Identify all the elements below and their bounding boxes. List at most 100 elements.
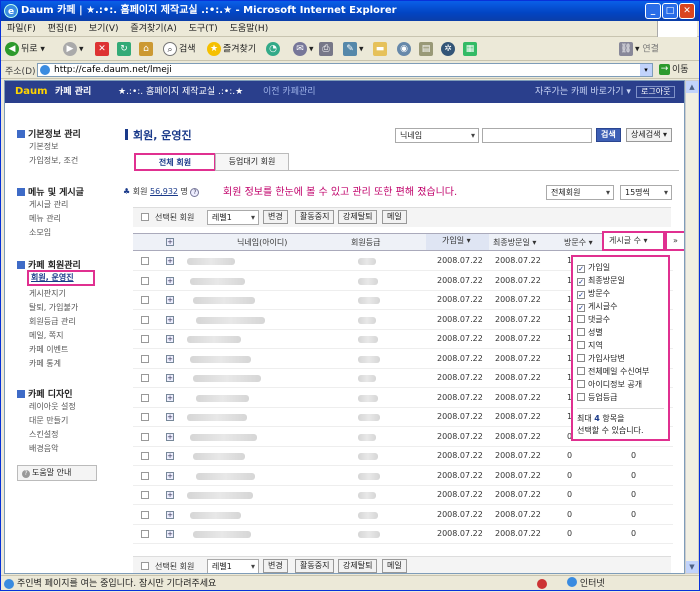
- help-icon[interactable]: ?: [190, 188, 200, 197]
- nickname-redacted[interactable]: [193, 297, 255, 304]
- mail-button[interactable]: ✉ ▾: [293, 42, 314, 56]
- home-button[interactable]: ⌂: [139, 42, 155, 56]
- mail-button[interactable]: 메일: [382, 210, 407, 224]
- nickname-redacted[interactable]: [196, 317, 265, 324]
- row-checkbox[interactable]: [141, 452, 149, 460]
- prev-cafe-link[interactable]: 이전 카페관리: [263, 81, 316, 103]
- links-button[interactable]: ⛓ ▾ 연결: [619, 42, 659, 56]
- row-expand-icon[interactable]: +: [166, 296, 174, 304]
- ban-button[interactable]: 강제탈퇴: [338, 210, 378, 224]
- select-all-checkbox-bottom[interactable]: [141, 562, 149, 570]
- col-last-visit[interactable]: 최종방문일 ▾: [493, 237, 536, 248]
- column-option[interactable]: 지역: [577, 340, 603, 351]
- sidebar-item-skin[interactable]: 스킨설정: [29, 429, 58, 440]
- sidebar-item-mail[interactable]: 메일, 쪽지: [29, 330, 64, 341]
- column-option-checkbox[interactable]: ✓: [577, 265, 585, 273]
- column-option-checkbox[interactable]: [577, 354, 585, 362]
- row-expand-icon[interactable]: +: [166, 335, 174, 343]
- messenger-button[interactable]: ◉: [397, 42, 413, 56]
- row-expand-icon[interactable]: +: [166, 374, 174, 382]
- address-input[interactable]: http://cafe.daum.net/lmeji ▾: [37, 63, 653, 77]
- sidebar-item-groups[interactable]: 소모임: [29, 227, 51, 238]
- level-select[interactable]: 레벨1: [207, 210, 259, 225]
- col-visits[interactable]: 방문수 ▾: [564, 237, 593, 248]
- sidebar-item-basic-info[interactable]: 기본정보: [29, 141, 58, 152]
- sidebar-item-stats[interactable]: 카페 통계: [29, 358, 61, 369]
- vertical-scrollbar[interactable]: ▲ ▼: [685, 80, 699, 574]
- search-button[interactable]: ⌕ 검색: [163, 42, 196, 56]
- research-button[interactable]: ▤: [419, 42, 435, 56]
- menu-view[interactable]: 보기(V): [89, 24, 119, 34]
- menu-file[interactable]: 파일(F): [7, 24, 36, 34]
- column-option[interactable]: ✓ 방문수: [577, 288, 610, 299]
- row-checkbox[interactable]: [141, 257, 149, 265]
- sidebar-item-grade-manage[interactable]: 회원등급 관리: [29, 316, 76, 327]
- nickname-redacted[interactable]: [193, 531, 251, 538]
- minimize-button[interactable]: _: [645, 3, 661, 19]
- row-checkbox[interactable]: [141, 277, 149, 285]
- row-checkbox[interactable]: [141, 530, 149, 538]
- row-checkbox[interactable]: [141, 472, 149, 480]
- cafe-name[interactable]: ★.:•:. 홈페이지 제작교실 .:•:.★: [118, 81, 243, 103]
- close-button[interactable]: ✕: [679, 3, 695, 19]
- back-button[interactable]: ◀ 뒤로 ▾: [5, 42, 45, 56]
- column-option[interactable]: 전체메일 수신여부: [577, 366, 649, 377]
- row-checkbox[interactable]: [141, 413, 149, 421]
- nickname-redacted[interactable]: [190, 278, 245, 285]
- select-all-checkbox[interactable]: [141, 213, 149, 221]
- suspend-button-bottom[interactable]: 활동중지: [295, 559, 335, 573]
- sidebar-item-board-keeper[interactable]: 게시판지기: [29, 288, 66, 299]
- column-option-checkbox[interactable]: ✓: [577, 278, 585, 286]
- suspend-button[interactable]: 활동중지: [295, 210, 335, 224]
- column-option[interactable]: ✓ 게시글수: [577, 301, 617, 312]
- menu-tools[interactable]: 도구(T): [189, 24, 218, 34]
- sidebar-item-music[interactable]: 배경음악: [29, 443, 58, 454]
- nickname-redacted[interactable]: [187, 492, 253, 499]
- column-option-checkbox[interactable]: ✓: [577, 291, 585, 299]
- nickname-redacted[interactable]: [193, 453, 245, 460]
- column-option-checkbox[interactable]: [577, 380, 585, 388]
- row-checkbox[interactable]: [141, 433, 149, 441]
- row-checkbox[interactable]: [141, 374, 149, 382]
- advanced-search-button[interactable]: 상세검색 ▾: [626, 128, 673, 142]
- per-page-select[interactable]: 15명씩: [620, 185, 672, 200]
- col-grade[interactable]: 회원등급: [351, 237, 380, 248]
- maximize-button[interactable]: □: [662, 3, 678, 19]
- settings-button[interactable]: ✲: [441, 42, 457, 56]
- refresh-button[interactable]: ↻: [117, 42, 133, 56]
- column-option[interactable]: 아이디정보 공개: [577, 379, 642, 390]
- member-filter-select[interactable]: 전체회원: [546, 185, 614, 200]
- stop-button[interactable]: ✕: [95, 42, 111, 56]
- nickname-redacted[interactable]: [190, 512, 241, 519]
- menu-favorites[interactable]: 즐겨찾기(A): [130, 24, 176, 34]
- sidebar-item-posts[interactable]: 게시글 관리: [29, 199, 68, 210]
- column-option[interactable]: 가입사담변: [577, 353, 625, 364]
- daum-logo[interactable]: Daum: [15, 81, 48, 103]
- nickname-redacted[interactable]: [196, 395, 249, 402]
- column-option[interactable]: ✓ 가입일: [577, 262, 610, 273]
- row-checkbox[interactable]: [141, 511, 149, 519]
- change-button[interactable]: 변경: [263, 210, 288, 224]
- search-button[interactable]: 검색: [596, 128, 621, 142]
- row-checkbox[interactable]: [141, 491, 149, 499]
- sidebar-item-withdrawal[interactable]: 탈퇴, 가입불가: [29, 302, 78, 313]
- row-expand-icon[interactable]: +: [166, 433, 174, 441]
- scroll-up-arrow[interactable]: ▲: [686, 81, 698, 93]
- folder-button[interactable]: ▬: [373, 42, 389, 56]
- mail-button-bottom[interactable]: 메일: [382, 559, 407, 573]
- nickname-redacted[interactable]: [193, 375, 261, 382]
- column-option[interactable]: 성별: [577, 327, 603, 338]
- row-checkbox[interactable]: [141, 355, 149, 363]
- row-expand-icon[interactable]: +: [166, 530, 174, 538]
- col-joined[interactable]: 가입일 ▾: [426, 234, 489, 250]
- column-option[interactable]: 댓글수: [577, 314, 610, 325]
- logout-button[interactable]: 로그아웃: [636, 86, 676, 98]
- column-settings-button[interactable]: »: [665, 231, 684, 251]
- tab-pending-members[interactable]: 등업대기 회원: [215, 153, 289, 171]
- row-expand-icon[interactable]: +: [166, 511, 174, 519]
- column-option-checkbox[interactable]: [577, 328, 585, 336]
- column-option[interactable]: 등업등급: [577, 392, 617, 403]
- scroll-down-arrow[interactable]: ▼: [686, 561, 698, 573]
- row-expand-icon[interactable]: +: [166, 257, 174, 265]
- sidebar-item-join-info[interactable]: 가입정보, 조건: [29, 155, 78, 166]
